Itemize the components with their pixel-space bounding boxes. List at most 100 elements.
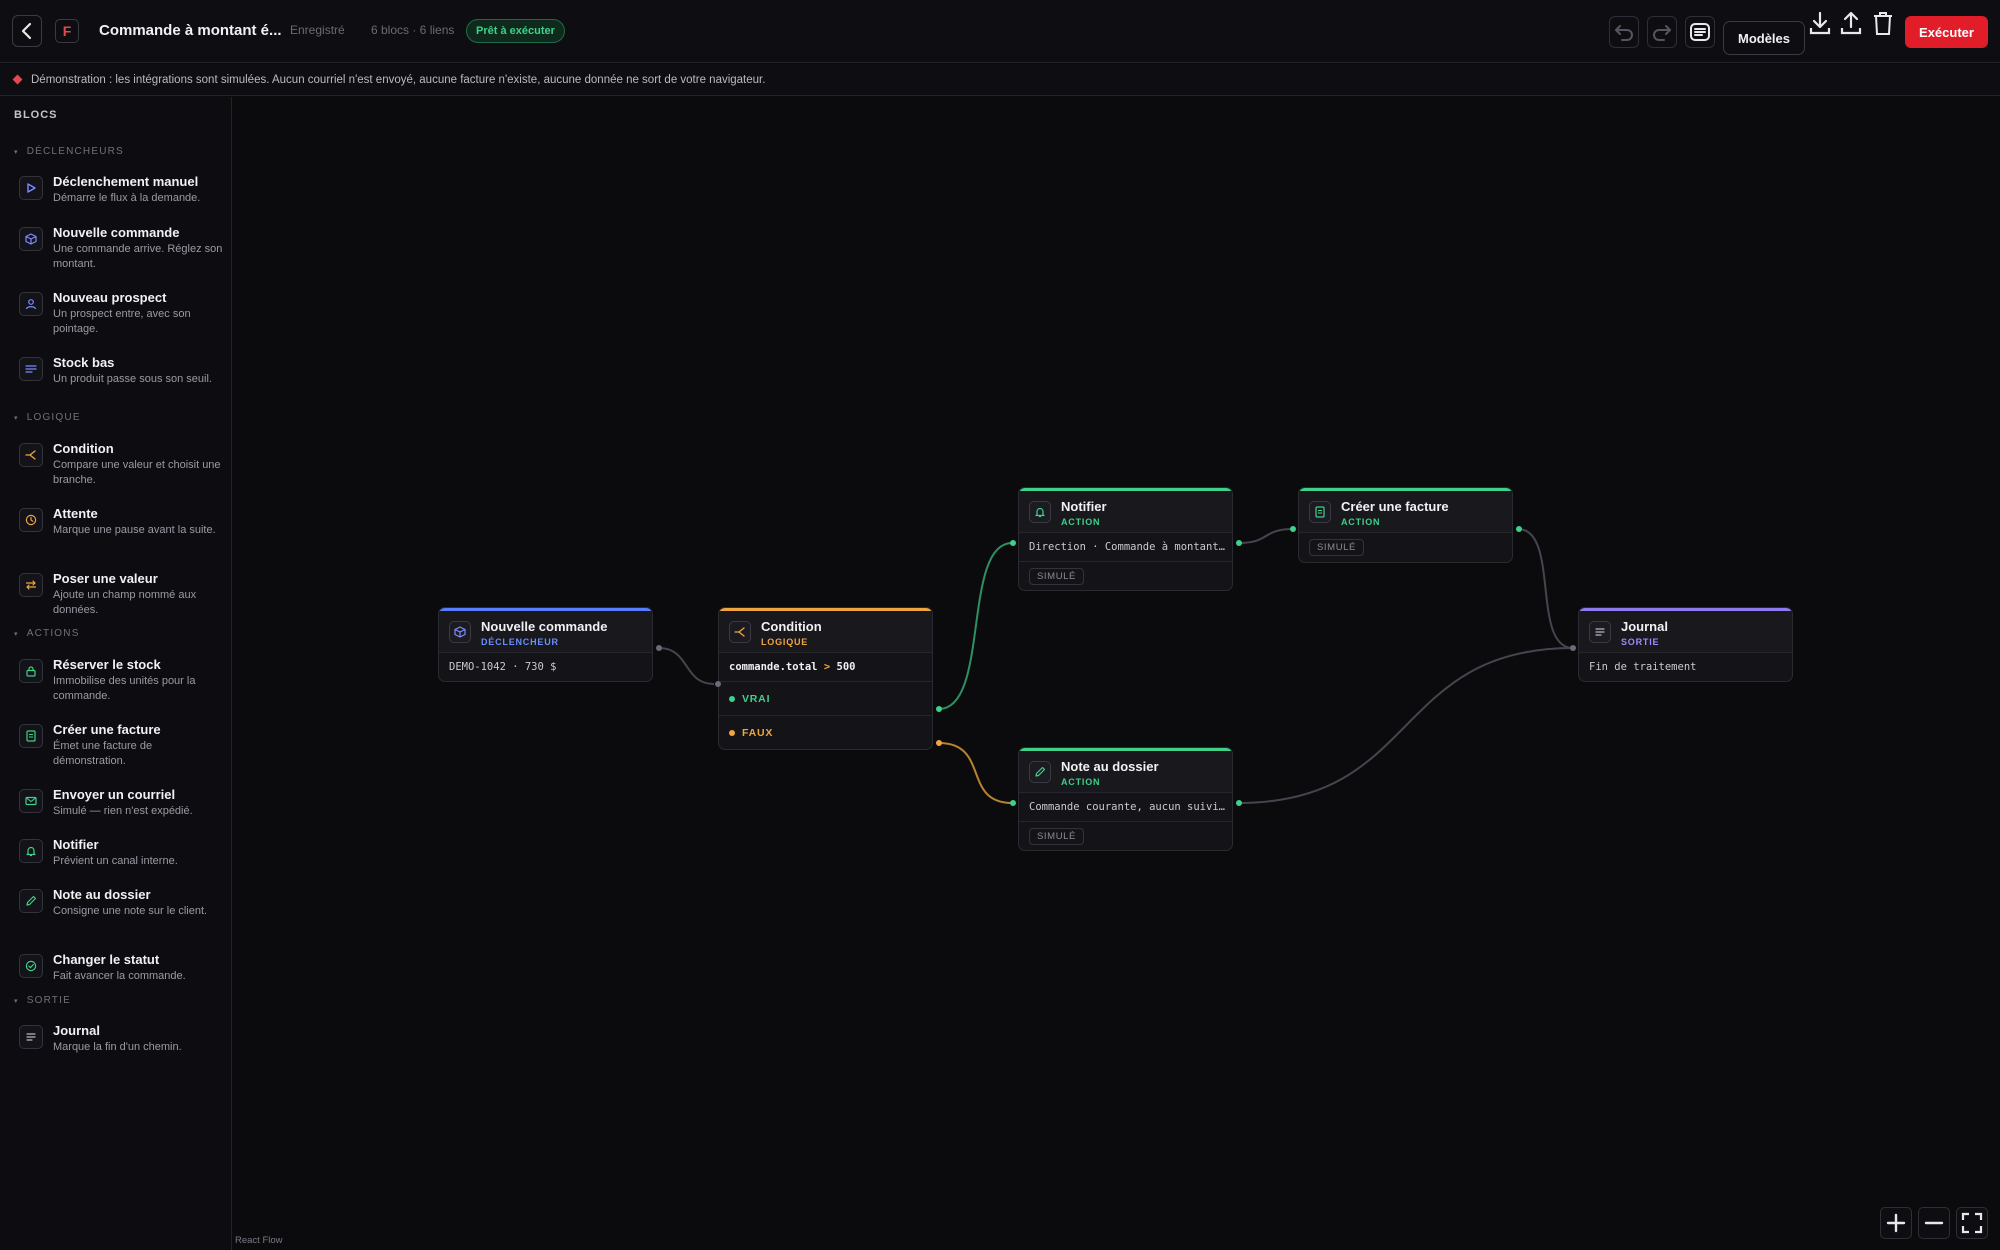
- zoom-out-button[interactable]: [1918, 1207, 1950, 1239]
- check-circle-icon: [19, 954, 43, 978]
- input-handle[interactable]: [1010, 800, 1016, 806]
- block-desc: Simulé — rien n'est expédié.: [53, 805, 193, 817]
- branch-false: FAUX: [719, 715, 932, 749]
- top-bar: F Commande à montant é... Enregistré 6 b…: [0, 0, 2000, 63]
- block-name: Condition: [53, 441, 114, 456]
- list-icon: [19, 357, 43, 381]
- demo-banner: Démonstration : les intégrations sont si…: [0, 64, 2000, 96]
- group-logic[interactable]: LOGIQUE: [14, 412, 81, 423]
- delete-button[interactable]: [1868, 8, 1898, 40]
- templates-button[interactable]: Modèles: [1723, 21, 1805, 55]
- branch-icon: [19, 443, 43, 467]
- pencil-icon: [1029, 761, 1051, 783]
- undo-button[interactable]: [1609, 16, 1639, 48]
- false-output-handle[interactable]: [936, 740, 942, 746]
- react-flow-attribution[interactable]: React Flow: [235, 1235, 283, 1246]
- simulated-badge: SIMULÉ: [1029, 827, 1084, 845]
- node-kind: ACTION: [1061, 517, 1101, 527]
- pencil-icon: [19, 889, 43, 913]
- node-header: Journal SORTIE: [1579, 611, 1792, 653]
- input-handle[interactable]: [715, 681, 721, 687]
- upload-icon: [1840, 11, 1862, 35]
- warning-diamond-icon: [12, 74, 23, 85]
- block-name: Note au dossier: [53, 887, 151, 902]
- run-button[interactable]: Exécuter: [1905, 16, 1988, 48]
- node-body: Commande courante, aucun suivi…: [1029, 801, 1225, 813]
- node-condition[interactable]: Condition LOGIQUE commande.total > 500 V…: [718, 607, 933, 750]
- input-handle[interactable]: [1570, 645, 1576, 651]
- node-new-order[interactable]: Nouvelle commande DÉCLENCHEUR DEMO-1042 …: [438, 607, 653, 682]
- node-title: Condition: [761, 619, 822, 634]
- node-create-invoice[interactable]: Créer une facture ACTION SIMULÉ: [1298, 487, 1513, 563]
- true-output-handle[interactable]: [936, 706, 942, 712]
- node-header: Note au dossier ACTION: [1019, 751, 1232, 793]
- branch-true: VRAI: [719, 681, 932, 715]
- block-desc: Ajoute un champ nommé aux données.: [53, 589, 197, 616]
- simulated-badge: SIMULÉ: [1309, 539, 1364, 556]
- condition-value: 500: [836, 661, 856, 673]
- node-body: DEMO-1042 · 730 $: [449, 661, 557, 673]
- block-name: Stock bas: [53, 355, 115, 370]
- block-name: Changer le statut: [53, 952, 160, 967]
- box-icon: [19, 227, 43, 251]
- node-kind: ACTION: [1061, 777, 1101, 787]
- block-name: Envoyer un courriel: [53, 787, 176, 802]
- node-footer: SIMULÉ: [1019, 821, 1232, 850]
- user-icon: [19, 292, 43, 316]
- group-actions[interactable]: ACTIONS: [14, 628, 80, 639]
- block-desc: Un prospect entre, avec son pointage.: [53, 308, 191, 335]
- app-logo: F: [55, 19, 79, 43]
- workflow-title[interactable]: Commande à montant é...: [99, 22, 282, 39]
- fit-view-button[interactable]: [1956, 1207, 1988, 1239]
- node-journal[interactable]: Journal SORTIE Fin de traitement: [1578, 607, 1793, 682]
- node-title: Journal: [1621, 619, 1668, 634]
- node-title: Créer une facture: [1341, 499, 1449, 514]
- group-output[interactable]: SORTIE: [14, 995, 71, 1006]
- block-name: Déclenchement manuel: [53, 174, 199, 189]
- block-name: Notifier: [53, 837, 99, 852]
- node-kind: DÉCLENCHEUR: [481, 637, 559, 647]
- notes-button[interactable]: [1685, 16, 1715, 48]
- journal-icon: [1589, 621, 1611, 643]
- fit-view-icon: [1961, 1212, 1983, 1234]
- redo-button[interactable]: [1647, 16, 1677, 48]
- blocks-sidebar: BLOCS DÉCLENCHEURS Déclenchement manuel …: [0, 97, 232, 1250]
- redo-icon: [1653, 25, 1671, 41]
- false-dot-icon: [729, 729, 735, 736]
- output-handle[interactable]: [1236, 540, 1242, 546]
- output-handle[interactable]: [1236, 800, 1242, 806]
- download-button[interactable]: [1805, 8, 1835, 40]
- block-name: Attente: [53, 506, 98, 521]
- minus-icon: [1924, 1221, 1944, 1225]
- node-notify[interactable]: Notifier ACTION Direction · Commande à m…: [1018, 487, 1233, 591]
- block-desc: Compare une valeur et choisit une branch…: [53, 459, 221, 486]
- mail-icon: [19, 789, 43, 813]
- output-handle[interactable]: [656, 645, 662, 651]
- input-handle[interactable]: [1290, 526, 1296, 532]
- node-kind: ACTION: [1341, 517, 1381, 527]
- input-handle[interactable]: [1010, 540, 1016, 546]
- branch-label: VRAI: [742, 692, 771, 705]
- true-dot-icon: [729, 695, 735, 702]
- block-name: Journal: [53, 1023, 100, 1038]
- node-header: Créer une facture ACTION: [1299, 491, 1512, 533]
- back-button[interactable]: [12, 15, 42, 47]
- block-desc: Marque une pause avant la suite.: [53, 524, 216, 536]
- sidebar-title: BLOCS: [14, 109, 58, 121]
- block-desc: Émet une facture de démonstration.: [53, 740, 153, 767]
- upload-button[interactable]: [1836, 8, 1866, 40]
- ready-badge: Prêt à exécuter: [466, 19, 565, 43]
- block-desc: Une commande arrive. Réglez son montant.: [53, 243, 223, 270]
- group-triggers[interactable]: DÉCLENCHEURS: [14, 146, 124, 157]
- block-name: Poser une valeur: [53, 571, 158, 586]
- zoom-in-button[interactable]: [1880, 1207, 1912, 1239]
- swap-icon: [19, 573, 43, 597]
- notes-icon: [1690, 23, 1710, 41]
- node-title: Notifier: [1061, 499, 1107, 514]
- node-file-note[interactable]: Note au dossier ACTION Commande courante…: [1018, 747, 1233, 851]
- node-header: Nouvelle commande DÉCLENCHEUR: [439, 611, 652, 653]
- node-body: Fin de traitement: [1589, 661, 1697, 673]
- condition-field: commande.total: [729, 661, 818, 673]
- block-desc: Consigne une note sur le client.: [53, 905, 208, 917]
- output-handle[interactable]: [1516, 526, 1522, 532]
